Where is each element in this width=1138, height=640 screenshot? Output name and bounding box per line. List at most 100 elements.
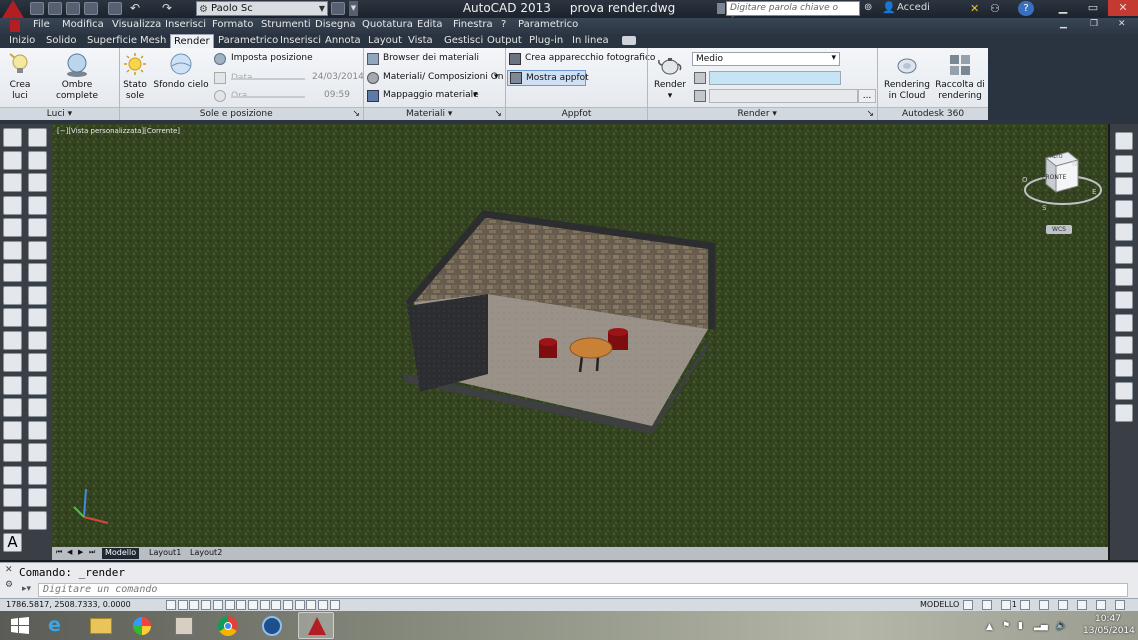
panel-title-luci[interactable]: Luci ▾ <box>0 107 119 120</box>
hatch-tool-icon[interactable] <box>3 443 22 462</box>
render-quality-select[interactable]: Medio ▾ <box>692 52 840 66</box>
region-tool-icon[interactable] <box>3 488 22 507</box>
first-layout-icon[interactable]: ⏮ <box>56 548 62 557</box>
exchange-icon[interactable]: ✕ <box>970 2 979 15</box>
tab-parametrico[interactable]: Parametrico <box>215 34 281 48</box>
qp-toggle[interactable] <box>306 600 317 610</box>
panel-title-materiali[interactable]: Materiali ▾ ↘ <box>364 107 505 120</box>
last-layout-icon[interactable]: ⏭ <box>89 548 95 557</box>
tray-flag-icon[interactable]: ⚑ <box>1002 621 1010 631</box>
tab-vista[interactable]: Vista <box>405 34 436 48</box>
otrack-toggle[interactable] <box>247 600 258 610</box>
wcs-menu[interactable]: WCS <box>1046 225 1072 234</box>
menu-formato[interactable]: Formato <box>212 19 253 30</box>
browse-button[interactable]: ... <box>858 89 876 103</box>
tab-gestisci[interactable]: Gestisci <box>441 34 486 48</box>
menu-modifica[interactable]: Modifica <box>62 19 104 30</box>
render-environment-icon[interactable] <box>694 72 706 84</box>
break-at-point-icon[interactable] <box>28 375 47 395</box>
tab-render[interactable]: Render <box>170 34 214 48</box>
scale-icon[interactable] <box>28 285 47 305</box>
insert-block-icon[interactable] <box>3 375 22 395</box>
ucs-face-icon[interactable] <box>1115 200 1133 219</box>
layout-tab-layout1[interactable]: Layout1 <box>146 548 184 559</box>
compass-o[interactable]: O <box>1022 176 1028 184</box>
paint-bucket-icon[interactable] <box>28 150 47 170</box>
ellipse-tool-icon[interactable] <box>3 330 22 350</box>
tray-arrow-icon[interactable]: ▲ <box>986 622 993 632</box>
tab-layout[interactable]: Layout <box>365 34 405 48</box>
autodesk-360-icon[interactable]: ⚇ <box>990 2 1000 15</box>
ucs-origin-icon[interactable] <box>1115 268 1133 287</box>
trim-icon[interactable] <box>28 330 47 350</box>
brush-tool-icon[interactable] <box>28 128 47 147</box>
menu-close-icon[interactable]: ✕ <box>1118 19 1126 29</box>
viewcube[interactable]: ALTO FRONTE N O E S <box>1020 150 1106 230</box>
ucs-object-icon[interactable] <box>1115 222 1133 241</box>
render-preset-bar[interactable] <box>709 71 841 85</box>
imposta-posizione-button[interactable]: Imposta posizione <box>214 52 360 66</box>
browser-materiali-button[interactable]: Browser dei materiali <box>367 52 501 66</box>
chrome-app[interactable] <box>210 612 246 639</box>
tab-annota[interactable]: Annota <box>322 34 364 48</box>
ucs-apply-icon[interactable] <box>1115 404 1133 423</box>
sfondo-cielo-button[interactable]: Sfondo cielo <box>152 50 210 105</box>
ellipse-arc-tool-icon[interactable] <box>3 353 22 372</box>
mappaggio-materiale-button[interactable]: Mappaggio materiale ▾ <box>367 89 501 103</box>
menu-restore-icon[interactable]: ❐ <box>1090 19 1098 29</box>
prev-layout-icon[interactable]: ◀ <box>67 548 72 556</box>
minimize-button[interactable]: ▁ <box>1048 0 1078 16</box>
ducs-toggle[interactable] <box>259 600 270 610</box>
infer-constraints-toggle[interactable] <box>166 600 176 610</box>
ucs-world-icon[interactable] <box>1115 154 1133 173</box>
ucs-3point-icon[interactable] <box>1115 313 1133 332</box>
model-space-button[interactable]: MODELLO <box>920 600 959 609</box>
chamfer-icon[interactable] <box>28 443 47 462</box>
line-tool-icon[interactable] <box>3 128 22 147</box>
hardware-accel-toggle[interactable] <box>1077 600 1087 610</box>
autoscale-toggle[interactable] <box>1020 600 1030 610</box>
binoculars-icon[interactable]: ⊚ <box>864 2 872 13</box>
rectangle-tool-icon[interactable] <box>3 218 22 237</box>
polygon-tool-icon[interactable] <box>3 195 22 215</box>
user-icon[interactable]: 👤 <box>882 1 896 14</box>
arc3p-tool-icon[interactable] <box>3 240 22 260</box>
explode-icon[interactable] <box>28 510 47 530</box>
viewcube-front-label[interactable]: FRONTE <box>1042 174 1066 181</box>
annotation-visibility-toggle[interactable] <box>1001 600 1011 610</box>
join-icon[interactable] <box>28 420 47 440</box>
clock-date[interactable]: 13/05/2014 <box>1083 626 1135 636</box>
ucs-zaxis-icon[interactable] <box>1115 290 1133 309</box>
archive-app[interactable] <box>166 612 202 639</box>
clean-screen-toggle[interactable] <box>1115 600 1125 610</box>
ucs-tool-icon[interactable] <box>1115 132 1133 150</box>
point-tool-icon[interactable] <box>3 420 22 440</box>
compass-s[interactable]: S <box>1042 204 1046 212</box>
render-output-icon[interactable] <box>694 90 706 102</box>
ucs-y-icon[interactable] <box>1115 359 1133 377</box>
maximize-button[interactable]: ▭ <box>1078 0 1108 16</box>
isolate-toggle[interactable] <box>1096 600 1106 610</box>
menu-edita[interactable]: Edita <box>417 19 443 30</box>
workspace-switch-toggle[interactable] <box>1039 600 1049 610</box>
ucs-x-icon[interactable] <box>1115 336 1133 355</box>
arc-tool-icon[interactable] <box>3 173 22 192</box>
menu-file[interactable]: File <box>33 19 50 30</box>
circle-tool-icon[interactable] <box>3 263 22 282</box>
lock-toggle[interactable] <box>1058 600 1068 610</box>
menu-strumenti[interactable]: Strumenti <box>261 19 311 30</box>
break-icon[interactable] <box>28 398 47 417</box>
osnap-toggle[interactable] <box>224 600 235 610</box>
offset-icon[interactable] <box>28 195 47 215</box>
media-app[interactable] <box>124 612 160 639</box>
file-explorer-app[interactable] <box>82 612 118 639</box>
tray-network-icon[interactable]: ▮ <box>1018 621 1023 631</box>
stretch-icon[interactable] <box>28 308 47 327</box>
tab-solido[interactable]: Solido <box>43 34 80 48</box>
cloud-tool-icon[interactable] <box>3 285 22 305</box>
ombre-complete-button[interactable]: Ombre complete <box>40 50 114 105</box>
make-block-icon[interactable] <box>3 398 22 417</box>
am-toggle[interactable] <box>329 600 340 610</box>
lweight-toggle[interactable] <box>283 600 293 610</box>
date-slider-track[interactable] <box>231 78 305 80</box>
